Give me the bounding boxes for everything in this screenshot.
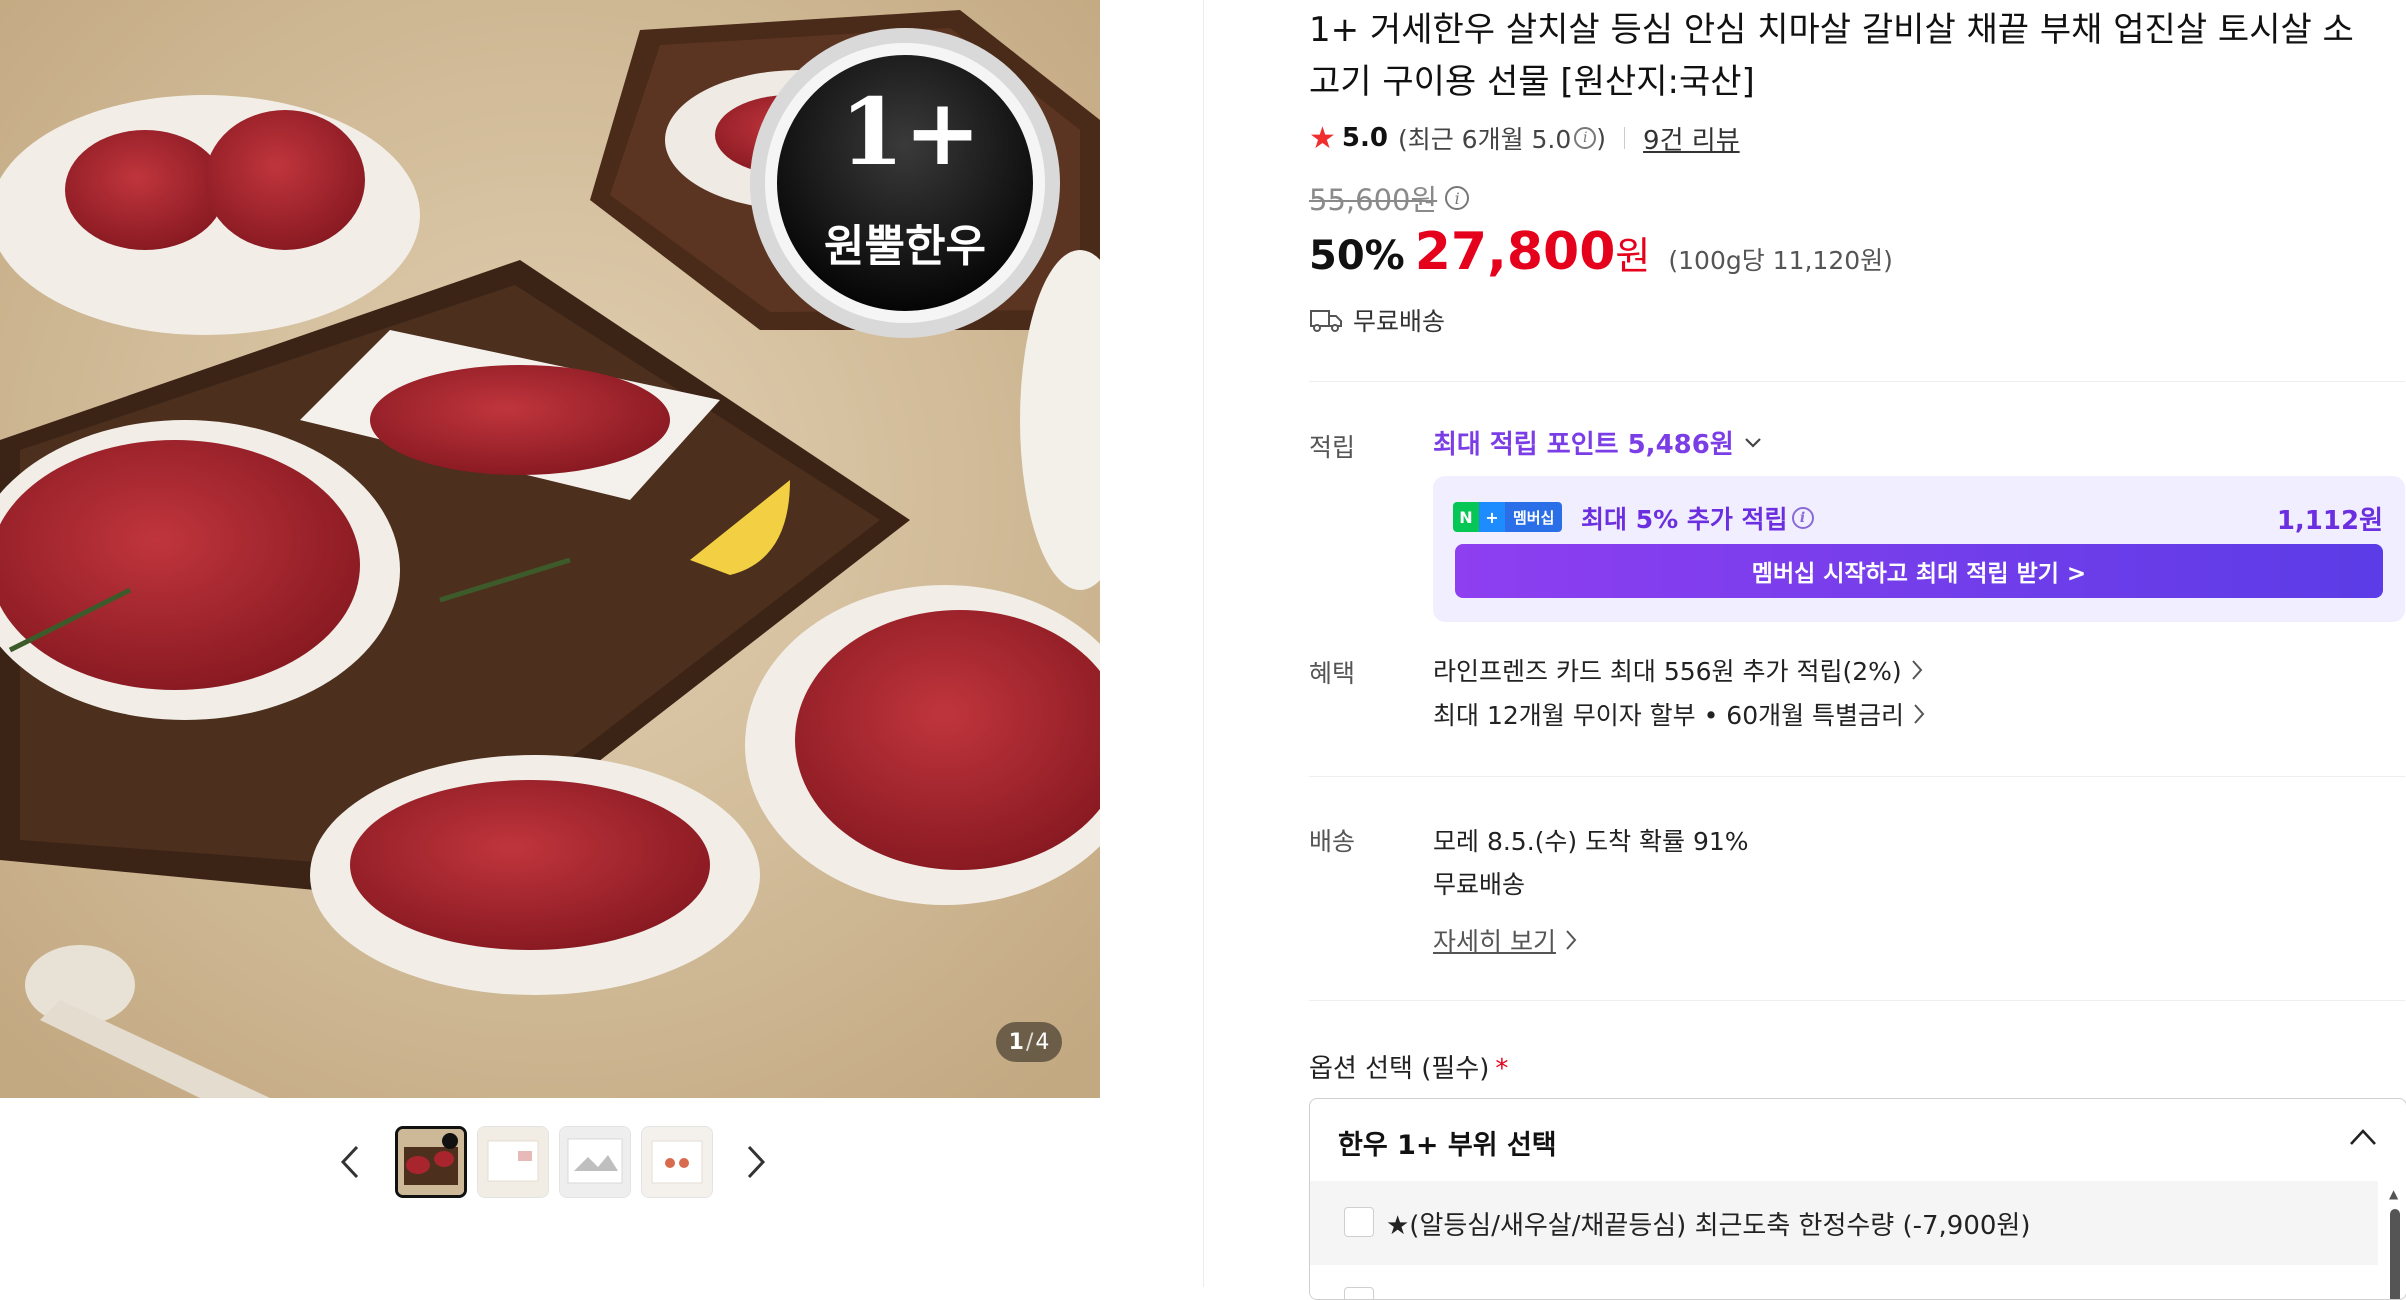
option-select-header[interactable]: 한우 1+ 부위 선택 — [1310, 1099, 2406, 1181]
benefits-label: 혜택 — [1309, 659, 1356, 688]
scrollbar-thumb[interactable] — [2390, 1209, 2400, 1299]
section-divider — [1309, 1000, 2405, 1001]
points-headline: 최대 적립 포인트 5,486원 — [1433, 430, 1734, 460]
product-title: 1+ 거세한우 살치살 등심 안심 치마살 갈비살 채끝 부채 업진살 토시살 … — [1309, 10, 2354, 102]
section-divider — [1309, 776, 2405, 777]
image-counter: 1 / 4 — [996, 1022, 1062, 1062]
shipping-summary-text: 무료배송 — [1353, 307, 1446, 336]
thumbnail-3[interactable] — [559, 1126, 631, 1198]
badge-text: 멤버십 — [1505, 502, 1563, 532]
required-mark: * — [1495, 1054, 1509, 1084]
column-divider — [1203, 0, 1204, 1287]
rating-recent: (최근 6개월 5.0 — [1397, 125, 1572, 154]
thumbnail-2[interactable] — [477, 1126, 549, 1198]
rating-row: ★ 5.0 (최근 6개월 5.0 i ) 9건 리뷰 — [1309, 118, 1740, 158]
option-checkbox[interactable] — [1344, 1287, 1374, 1299]
membership-extra-points: 최대 5% 추가 적립 i — [1581, 500, 1814, 536]
badge-n: N — [1453, 502, 1479, 532]
option-title-text: 옵션 선택 (필수) — [1309, 1054, 1490, 1084]
unit-price: (100g당 11,120원) — [1668, 246, 1893, 275]
price-row: 50% 27,800 원 (100g당 11,120원) — [1309, 222, 1893, 286]
star-icon: ★ — [1309, 120, 1336, 156]
next-image-button[interactable] — [736, 1132, 776, 1192]
delivery-label: 배송 — [1309, 827, 1356, 856]
start-membership-button[interactable]: 멤버십 시작하고 최대 적립 받기 > — [1455, 544, 2383, 598]
option-checkbox[interactable] — [1344, 1207, 1374, 1237]
discount-rate: 50% — [1309, 233, 1405, 279]
thumbnail-strip — [330, 1123, 776, 1201]
info-icon[interactable]: i — [1445, 186, 1470, 210]
prev-image-button[interactable] — [330, 1132, 370, 1192]
sale-price: 27,800 — [1414, 222, 1616, 282]
product-main-image[interactable]: 1+ 원뿔한우 1 / 4 — [0, 0, 1100, 1098]
image-counter-separator: / — [1025, 1029, 1034, 1055]
thumbnail-4[interactable] — [641, 1126, 713, 1198]
rating-recent-close: ) — [1596, 123, 1607, 153]
review-count-link[interactable]: 9건 리뷰 — [1643, 120, 1740, 157]
card-benefit-link[interactable]: 라인프렌즈 카드 최대 556원 추가 적립(2%) — [1433, 652, 1924, 688]
option-item[interactable]: ★(알등심/새우살/채끝등심) 최근도축 한정수량 (-7,900원) — [1310, 1181, 2378, 1265]
badge-plus: + — [1479, 502, 1505, 532]
points-dropdown[interactable]: 최대 적립 포인트 5,486원 — [1433, 424, 1762, 461]
section-divider — [1309, 381, 2405, 382]
image-counter-total: 4 — [1035, 1029, 1050, 1055]
image-counter-current: 1 — [1008, 1029, 1024, 1055]
rating-divider — [1624, 127, 1626, 149]
info-icon[interactable]: i — [1574, 127, 1597, 149]
grade-badge-top: 1+ — [840, 78, 982, 186]
installment-text: 최대 12개월 무이자 할부 • 60개월 특별금리 — [1433, 701, 1905, 730]
delivery-detail-text: 자세히 보기 — [1433, 927, 1556, 956]
chevron-right-icon — [1566, 930, 1577, 950]
sale-currency: 원 — [1615, 234, 1651, 278]
option-section-title: 옵션 선택 (필수) * — [1309, 1048, 1508, 1085]
original-price: 55,600원 — [1309, 183, 1438, 217]
option-item-label: ★(알등심/새우살/채끝등심) 최근도축 한정수량 (-7,900원) — [1386, 1211, 2031, 1241]
chevron-down-icon — [1744, 437, 1761, 448]
grade-badge-bottom: 원뿔한우 — [824, 221, 986, 272]
truck-icon — [1310, 310, 1342, 332]
delivery-detail-link[interactable]: 자세히 보기 — [1433, 922, 1578, 958]
info-icon[interactable]: i — [1791, 507, 1814, 529]
delivery-arrival: 모레 8.5.(수) 도착 확률 91% — [1433, 827, 1749, 856]
option-select-label: 한우 1+ 부위 선택 — [1338, 1130, 1557, 1161]
option-select: 한우 1+ 부위 선택 ★(알등심/새우살/채끝등심) 최근도축 한정수량 (-… — [1309, 1098, 2406, 1300]
chevron-right-icon — [1914, 704, 1925, 724]
membership-box: N + 멤버십 최대 5% 추가 적립 i 1,112원 멤버십 시작하고 최대… — [1433, 476, 2405, 622]
option-item[interactable] — [1310, 1265, 2378, 1299]
shipping-summary: 무료배송 — [1309, 300, 1445, 340]
chevron-left-icon — [340, 1145, 359, 1179]
chevron-up-icon — [2350, 1129, 2376, 1145]
points-label: 적립 — [1309, 433, 1356, 462]
scroll-up-arrow[interactable]: ▲ — [2389, 1187, 2398, 1201]
naver-membership-badge: N + 멤버십 — [1453, 502, 1563, 532]
original-price-row: 55,600원 i — [1309, 178, 1470, 218]
rating-score: 5.0 — [1341, 123, 1388, 153]
membership-text: 최대 5% 추가 적립 — [1581, 505, 1788, 534]
membership-amount: 1,112원 — [2276, 506, 2383, 536]
thumbnail-1[interactable] — [395, 1126, 467, 1198]
card-benefit-text: 라인프렌즈 카드 최대 556원 추가 적립(2%) — [1433, 657, 1902, 686]
option-list-scrollbar[interactable]: ▲ — [2386, 1187, 2404, 1299]
chevron-right-icon — [1911, 660, 1922, 680]
installment-link[interactable]: 최대 12개월 무이자 할부 • 60개월 특별금리 — [1433, 696, 1926, 732]
delivery-fee: 무료배송 — [1433, 870, 1526, 899]
chevron-right-icon — [747, 1145, 766, 1179]
